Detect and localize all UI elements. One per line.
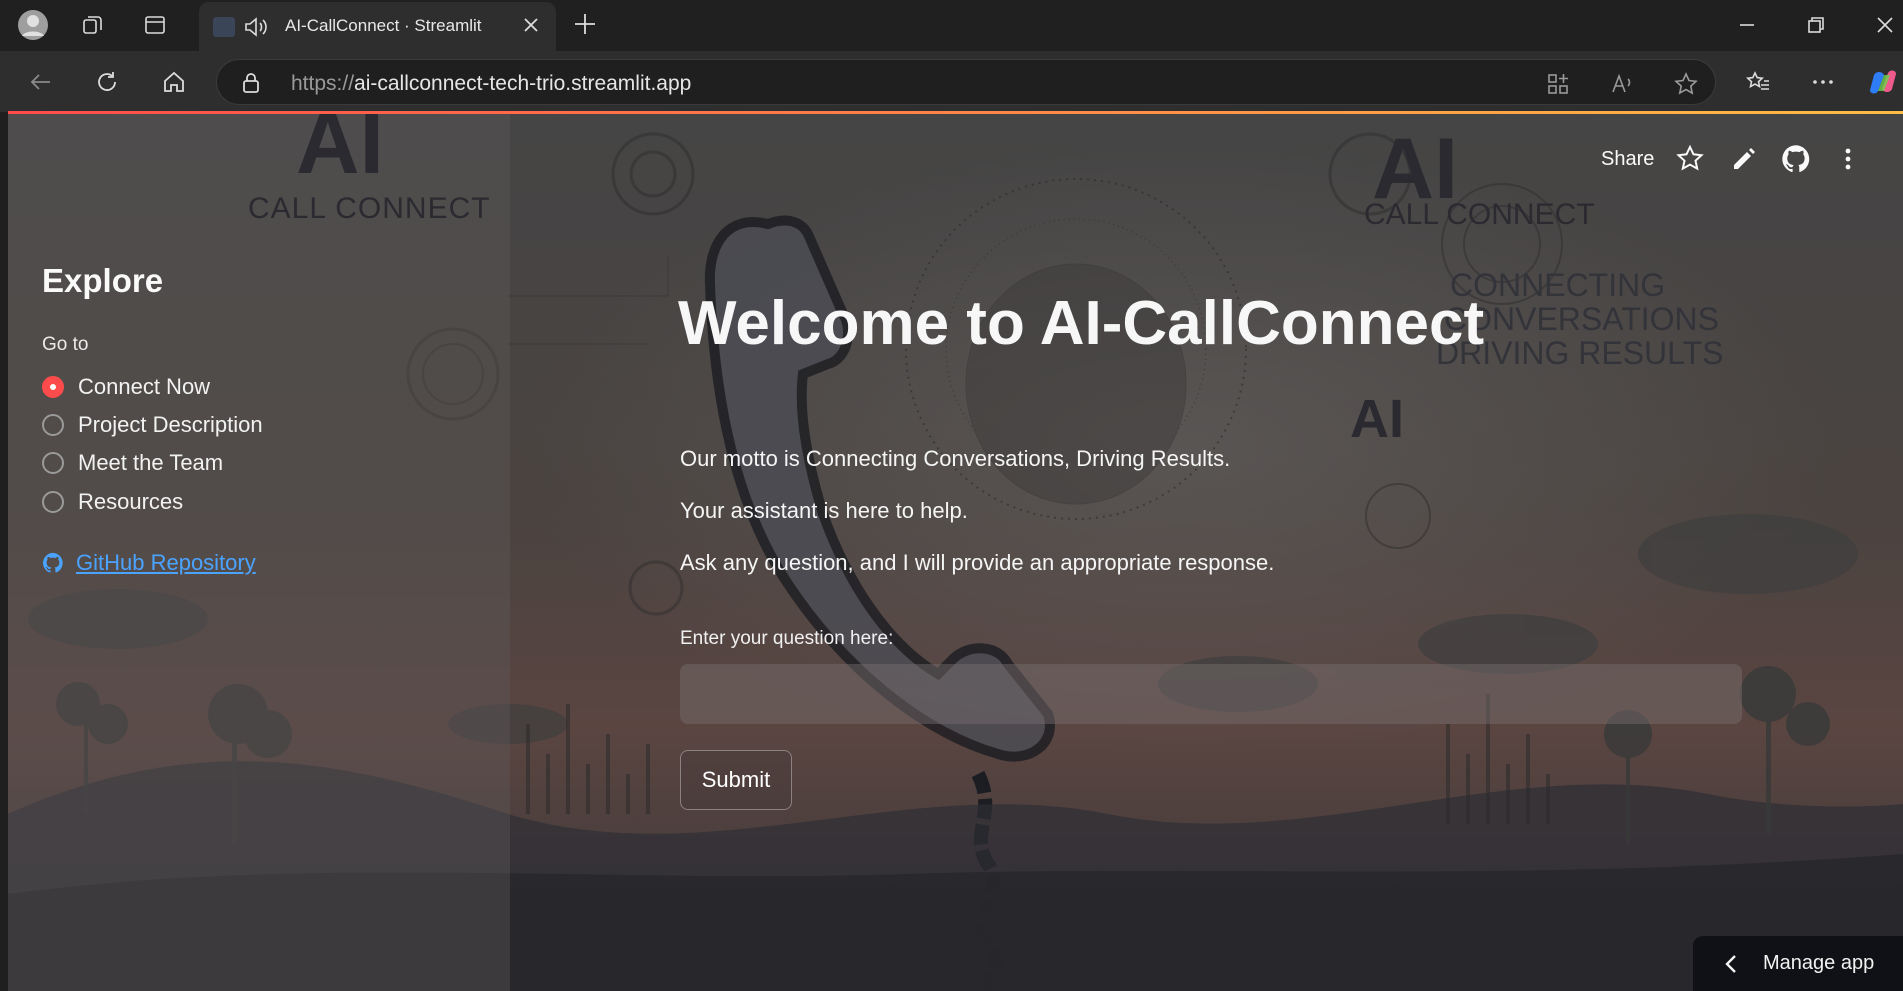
bg-ai-mark: AI xyxy=(1350,389,1404,449)
instruction-text: Ask any question, and I will provide an … xyxy=(680,550,1275,575)
tab-title: AI-CallConnect · Streamlit xyxy=(285,16,482,35)
favorite-star-icon[interactable] xyxy=(1673,71,1699,97)
home-icon[interactable] xyxy=(157,65,191,99)
radio-connect-now[interactable]: Connect Now xyxy=(42,372,210,402)
audio-playing-icon[interactable] xyxy=(243,15,269,39)
streamlit-favicon-icon xyxy=(213,17,235,37)
close-window-icon[interactable] xyxy=(1872,12,1898,38)
github-repository-link[interactable]: GitHub Repository xyxy=(42,550,256,576)
address-bar[interactable]: https://ai-callconnect-tech-trio.streaml… xyxy=(216,59,1716,105)
radio-resources[interactable]: Resources xyxy=(42,487,183,517)
sidebar-logo-text: CALL CONNECT xyxy=(248,192,491,225)
assistant-text: Your assistant is here to help. xyxy=(680,498,968,523)
edit-pencil-icon[interactable] xyxy=(1729,144,1759,174)
chevron-left-icon xyxy=(1725,954,1736,973)
github-link-label: GitHub Repository xyxy=(76,550,256,575)
star-icon[interactable] xyxy=(1675,144,1705,174)
radio-label: Connect Now xyxy=(78,374,211,399)
browser-toolbar: https://ai-callconnect-tech-trio.streaml… xyxy=(0,51,1903,112)
tab-strip: AI-CallConnect · Streamlit xyxy=(0,0,1903,51)
lock-icon[interactable] xyxy=(241,72,261,94)
github-icon xyxy=(42,552,63,573)
motto-text: Our motto is Connecting Conversations, D… xyxy=(680,446,1231,471)
back-icon[interactable] xyxy=(24,65,58,99)
radio-unselected-icon[interactable] xyxy=(42,452,64,474)
github-header-icon[interactable] xyxy=(1781,144,1811,174)
profile-avatar-icon[interactable] xyxy=(16,8,50,42)
radio-project-description[interactable]: Project Description xyxy=(42,410,263,440)
manage-app-label: Manage app xyxy=(1763,952,1875,974)
close-tab-icon[interactable] xyxy=(520,14,542,36)
minimize-icon[interactable] xyxy=(1734,12,1760,38)
tab-actions-icon[interactable] xyxy=(138,8,172,42)
bg-logo-text: CALL CONNECT xyxy=(1364,198,1595,231)
radio-group-label: Go to xyxy=(42,334,89,355)
main-menu-icon[interactable] xyxy=(1833,144,1863,174)
more-menu-icon[interactable] xyxy=(1806,65,1840,99)
submit-button[interactable]: Submit xyxy=(680,750,792,810)
url-text[interactable]: https://ai-callconnect-tech-trio.streaml… xyxy=(291,72,691,96)
streamlit-app: AI CALL CONNECT AI CONNECTING CONVERSATI… xyxy=(8,114,1903,991)
page-title: Welcome to AI-CallConnect xyxy=(678,289,1485,358)
sidebar: AI CALL CONNECT Explore Go to Connect No… xyxy=(8,114,510,991)
radio-selected-icon[interactable] xyxy=(42,376,64,398)
sidebar-title: Explore xyxy=(42,262,164,299)
app-available-icon[interactable] xyxy=(1545,71,1571,97)
radio-label: Project Description xyxy=(78,412,263,437)
bg-tagline-2: CONVERSATIONS xyxy=(1444,301,1719,337)
share-button[interactable]: Share xyxy=(1601,144,1654,174)
read-aloud-icon[interactable] xyxy=(1609,71,1635,97)
radio-unselected-icon[interactable] xyxy=(42,491,64,513)
restore-icon[interactable] xyxy=(1803,12,1829,38)
sidebar-logo-ai: AI xyxy=(296,114,384,192)
browser-window: AI-CallConnect · Streamlit https://ai-ca… xyxy=(0,0,1903,991)
tab-active[interactable]: AI-CallConnect · Streamlit xyxy=(199,2,556,51)
copilot-icon[interactable] xyxy=(1866,65,1900,99)
question-input[interactable] xyxy=(680,664,1742,724)
workspaces-icon[interactable] xyxy=(76,8,110,42)
radio-meet-the-team[interactable]: Meet the Team xyxy=(42,448,223,478)
question-label: Enter your question here: xyxy=(680,628,894,649)
radio-unselected-icon[interactable] xyxy=(42,414,64,436)
radio-label: Meet the Team xyxy=(78,450,224,475)
manage-app-button[interactable]: Manage app xyxy=(1693,936,1903,991)
radio-label: Resources xyxy=(78,489,184,514)
refresh-icon[interactable] xyxy=(90,65,124,99)
new-tab-icon[interactable] xyxy=(570,9,600,39)
favorites-icon[interactable] xyxy=(1741,65,1775,99)
